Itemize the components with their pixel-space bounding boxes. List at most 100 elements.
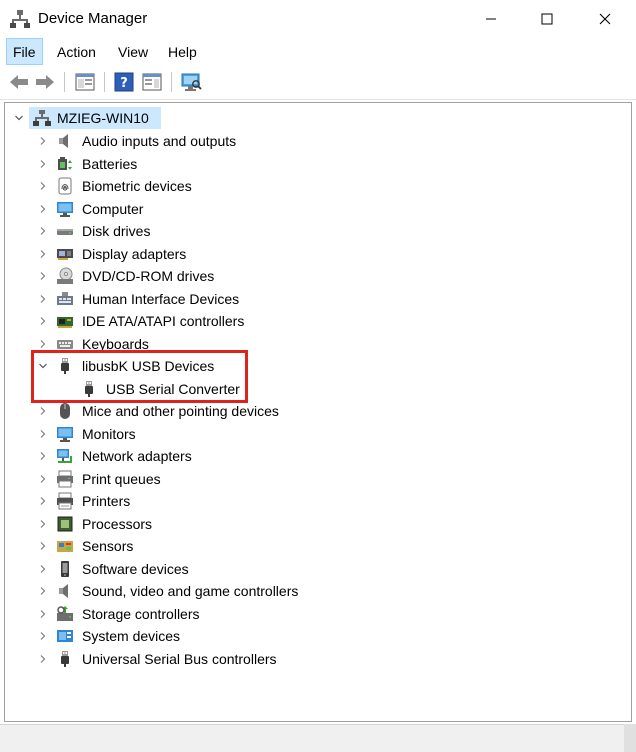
print-queue-icon (57, 470, 73, 488)
tree-item[interactable]: Human Interface Devices (5, 288, 625, 310)
tree-item-label: Monitors (82, 426, 136, 442)
minimize-button[interactable] (468, 0, 514, 38)
disk-drive-icon (57, 229, 73, 235)
tree-item-label: Mice and other pointing devices (82, 403, 279, 419)
maximize-button[interactable] (524, 0, 570, 38)
chevron-right-icon[interactable] (36, 202, 50, 216)
tree-item-label: System devices (82, 628, 181, 644)
maximize-icon (541, 13, 553, 25)
menu-help[interactable]: Help (162, 38, 203, 66)
tree-item[interactable]: Printers (5, 490, 625, 512)
tree-item[interactable]: Storage controllers (5, 603, 625, 625)
tree-item[interactable]: Biometric devices (5, 175, 625, 197)
properties-pane-icon[interactable] (141, 71, 163, 93)
tree-item[interactable]: Mice and other pointing devices (5, 400, 625, 422)
chevron-right-icon[interactable] (36, 179, 50, 193)
close-button[interactable] (582, 0, 628, 38)
usb-plug-icon (61, 651, 69, 667)
tree-item[interactable]: Disk drives (5, 220, 625, 242)
menu-file[interactable]: File (6, 38, 43, 65)
display-adapter-icon (57, 249, 73, 260)
tree-item[interactable]: DVD/CD-ROM drives (5, 265, 625, 287)
chevron-down-icon[interactable] (12, 111, 26, 125)
chevron-right-icon[interactable] (36, 629, 50, 643)
tree-item-label: Processors (82, 516, 153, 532)
minimize-icon (486, 18, 496, 20)
tree-item[interactable]: System devices (5, 625, 625, 647)
tree-item-label: Disk drives (82, 223, 151, 239)
chevron-right-icon[interactable] (36, 134, 50, 148)
tree-item-label: Audio inputs and outputs (82, 133, 237, 149)
mouse-icon (60, 403, 70, 419)
monitor-icon (57, 202, 73, 217)
system-device-icon (57, 630, 73, 642)
toolbar-separator (104, 72, 105, 92)
tree-item-label: Network adapters (82, 448, 192, 464)
close-icon (599, 13, 611, 25)
tree-root[interactable]: MZIEG-WIN10 (5, 107, 625, 129)
window-title: Device Manager (38, 10, 148, 27)
sensor-icon (57, 541, 73, 552)
chevron-right-icon[interactable] (36, 337, 50, 351)
tree-root-label: MZIEG-WIN10 (57, 110, 149, 126)
battery-icon (58, 157, 72, 170)
chevron-right-icon[interactable] (36, 584, 50, 598)
tree-item[interactable]: Universal Serial Bus controllers (5, 648, 625, 670)
forward-arrow-icon[interactable] (34, 71, 56, 93)
speaker-icon (59, 584, 68, 598)
chevron-right-icon[interactable] (36, 224, 50, 238)
tree-item[interactable]: IDE ATA/ATAPI controllers (5, 310, 625, 332)
tree-item[interactable]: Display adapters (5, 243, 625, 265)
chevron-right-icon[interactable] (36, 449, 50, 463)
toolbar-separator (64, 72, 65, 92)
chevron-right-icon[interactable] (36, 314, 50, 328)
dvd-icon (57, 267, 73, 284)
tree-item-label: IDE ATA/ATAPI controllers (82, 313, 245, 329)
network-icon (57, 449, 72, 463)
toolbar-separator (171, 72, 172, 92)
back-arrow-icon[interactable] (8, 71, 30, 93)
tree-item[interactable]: Sensors (5, 535, 625, 557)
show-hide-console-tree-icon[interactable] (74, 71, 96, 93)
chevron-right-icon[interactable] (36, 292, 50, 306)
chevron-right-icon[interactable] (36, 607, 50, 621)
tree-item-label: Printers (82, 493, 131, 509)
chevron-right-icon[interactable] (36, 427, 50, 441)
hid-icon (57, 292, 73, 305)
software-device-icon (61, 561, 69, 577)
tree-item[interactable]: Software devices (5, 558, 625, 580)
menu-action[interactable]: Action (51, 38, 102, 66)
tree-item[interactable]: Sound, video and game controllers (5, 580, 625, 602)
chevron-right-icon[interactable] (36, 517, 50, 531)
tree-item[interactable]: Processors (5, 513, 625, 535)
monitor-icon (57, 427, 73, 442)
menu-bar: File Action View Help (0, 38, 636, 66)
device-tree[interactable]: MZIEG-WIN10 Audio inputs and outputs Batt… (4, 102, 632, 722)
speaker-icon (59, 134, 68, 148)
tree-item-label: DVD/CD-ROM drives (82, 268, 215, 284)
tree-item[interactable]: Network adapters (5, 445, 625, 467)
chevron-right-icon[interactable] (36, 562, 50, 576)
chevron-right-icon[interactable] (36, 652, 50, 666)
chevron-right-icon[interactable] (36, 269, 50, 283)
tree-item[interactable]: Monitors (5, 423, 625, 445)
chevron-right-icon[interactable] (36, 472, 50, 486)
tree-item-label: Universal Serial Bus controllers (82, 651, 277, 667)
highlight-annotation-box (31, 350, 248, 403)
chevron-right-icon[interactable] (36, 494, 50, 508)
chevron-right-icon[interactable] (36, 247, 50, 261)
tree-item[interactable]: Batteries (5, 153, 625, 175)
tree-item[interactable]: Print queues (5, 468, 625, 490)
scan-hardware-icon[interactable] (180, 71, 202, 93)
tree-item-label: Storage controllers (82, 606, 200, 622)
chevron-right-icon[interactable] (36, 404, 50, 418)
help-icon[interactable]: ? (113, 71, 135, 93)
tree-item[interactable]: Computer (5, 198, 625, 220)
tree-item[interactable]: Audio inputs and outputs (5, 130, 625, 152)
chevron-right-icon[interactable] (36, 539, 50, 553)
processor-icon (57, 516, 73, 532)
chevron-right-icon[interactable] (36, 157, 50, 171)
status-bar (0, 724, 636, 752)
menu-view[interactable]: View (112, 38, 154, 66)
tree-item-label: Batteries (82, 156, 138, 172)
